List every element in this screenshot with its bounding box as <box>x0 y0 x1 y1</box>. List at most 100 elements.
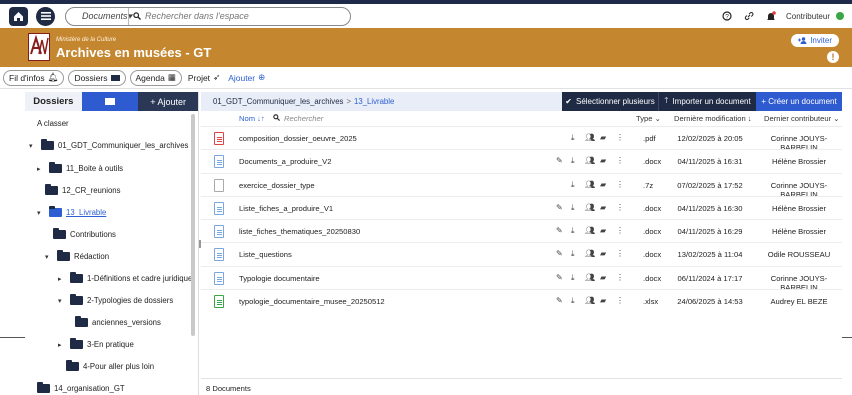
share-users-icon[interactable]: 👥︎ <box>585 156 595 165</box>
comment-icon[interactable]: ▰ <box>600 226 606 235</box>
tree-item-aller-plus-loin[interactable]: 4-Pour aller plus loin <box>66 360 154 371</box>
tree-item-a-classer[interactable]: A classer <box>37 119 69 128</box>
more-options-icon[interactable]: ⋮ <box>616 133 624 142</box>
search-scope-select[interactable]: Documents ▾ <box>66 7 132 25</box>
column-type[interactable]: Type ⌄ <box>636 114 661 123</box>
share-users-icon[interactable]: 👥︎ <box>585 249 595 258</box>
column-contributor[interactable]: Dernier contributeur ⌄ <box>764 114 840 123</box>
import-document-button[interactable]: 🡑 Importer un document <box>658 92 756 111</box>
user-role-label[interactable]: Contributeur <box>786 12 830 21</box>
more-options-icon[interactable]: ⋮ <box>616 180 624 189</box>
tree-item-definitions[interactable]: ▸ 1-Définitions et cadre juridique <box>58 272 192 283</box>
document-name[interactable]: Typologie documentaire <box>239 274 320 283</box>
home-button[interactable] <box>9 6 28 26</box>
breadcrumb-parent[interactable]: 01_GDT_Communiquer_les_archives <box>213 97 343 106</box>
chevron-down-icon[interactable]: ▾ <box>29 142 37 150</box>
table-row[interactable]: Liste_fiches_a_produire_V1 ✎ ⤓ 👥︎ ▰ ⋮ .docx 04/… <box>201 195 842 219</box>
tree-item-redaction[interactable]: ▾ Rédaction <box>45 250 109 261</box>
sidebar-add-button[interactable]: + Ajouter <box>138 92 198 111</box>
edit-icon[interactable]: ✎ <box>556 273 563 282</box>
comment-icon[interactable]: ▰ <box>600 249 606 258</box>
edit-icon[interactable]: ✎ <box>556 156 563 165</box>
column-name[interactable]: Nom ↓↑ <box>239 114 265 123</box>
tree-item-organisation-gt[interactable]: 14_organisation_GT <box>37 382 125 393</box>
edit-icon[interactable]: ✎ <box>556 203 563 212</box>
chevron-right-icon[interactable]: ▸ <box>37 165 45 173</box>
download-icon[interactable]: ⤓ <box>571 203 575 213</box>
create-document-button[interactable]: + Créer un document <box>756 92 842 111</box>
tree-item-typologies[interactable]: ▾ 2-Typologies de dossiers <box>58 294 173 305</box>
more-options-icon[interactable]: ⋮ <box>616 156 624 165</box>
download-icon[interactable]: ⤓ <box>571 249 575 259</box>
edit-icon[interactable]: ✎ <box>556 226 563 235</box>
column-modified[interactable]: Dernière modification ↓ <box>674 114 752 123</box>
table-row[interactable]: Liste_questions ✎ ⤓ 👥︎ ▰ ⋮ .docx 13/02/2025 à 1… <box>201 242 842 265</box>
comment-icon[interactable]: ▰ <box>600 180 606 189</box>
nav-fil-infos[interactable]: Fil d'infos 🔔︎ <box>3 69 65 86</box>
more-options-icon[interactable]: ⋮ <box>616 249 624 258</box>
table-row[interactable]: liste_fiches_thematiques_20250830 ✎ ⤓ 👥︎ ▰ ⋮.… <box>201 219 842 242</box>
tree-item-livrable[interactable]: ▾ 13_Livrable <box>37 206 106 217</box>
chevron-down-icon[interactable]: ▾ <box>45 253 53 261</box>
more-options-icon[interactable]: ⋮ <box>616 226 624 235</box>
share-users-icon[interactable]: 👥︎ <box>585 133 595 142</box>
download-icon[interactable]: ⤓ <box>571 273 575 283</box>
document-name[interactable]: Documents_a_produire_V2 <box>239 157 331 166</box>
tree-item-cr-reunions[interactable]: 12_CR_reunions <box>45 184 121 195</box>
chevron-right-icon[interactable]: ▸ <box>58 341 66 349</box>
chevron-down-icon[interactable]: ▾ <box>37 209 45 217</box>
nav-agenda[interactable]: Agenda ▦ <box>129 69 182 86</box>
share-users-icon[interactable]: 👥︎ <box>585 296 595 305</box>
download-icon[interactable]: ⤓ <box>571 133 575 143</box>
table-row[interactable]: Typologie documentaire ✎ ⤓ 👥︎ ▰ ⋮ .docx 06/11/2… <box>201 265 842 292</box>
chevron-down-icon[interactable]: ▾ <box>58 297 66 305</box>
sidebar-scrollbar[interactable] <box>191 114 195 336</box>
edit-icon[interactable]: ✎ <box>556 296 563 305</box>
edit-icon[interactable]: ✎ <box>556 249 563 258</box>
search-input[interactable] <box>145 11 325 21</box>
tree-item-contributions[interactable]: Contributions <box>53 228 116 239</box>
comment-icon[interactable]: ▰ <box>600 296 606 305</box>
chevron-right-icon[interactable]: ▸ <box>58 275 66 283</box>
nav-ajouter[interactable]: Ajouter ⊕ <box>226 70 267 86</box>
comment-icon[interactable]: ▰ <box>600 133 606 142</box>
link-icon[interactable] <box>738 11 760 21</box>
document-name[interactable]: Liste_fiches_a_produire_V1 <box>239 204 333 213</box>
nav-projet[interactable]: Projet ➶ <box>186 70 222 86</box>
table-row[interactable]: Documents_a_produire_V2 ✎ ⤓ 👥︎ ▰ ⋮ .docx 04/11/… <box>201 149 842 172</box>
document-name[interactable]: composition_dossier_oeuvre_2025 <box>239 134 357 143</box>
comment-icon[interactable]: ▰ <box>600 203 606 212</box>
help-icon[interactable]: ? <box>716 11 738 21</box>
document-name[interactable]: liste_fiches_thematiques_20250830 <box>239 227 360 236</box>
comment-icon[interactable]: ▰ <box>600 156 606 165</box>
download-icon[interactable]: ⤓ <box>571 296 575 306</box>
document-name[interactable]: typologie_documentaire_musee_20250512 <box>239 297 385 306</box>
invite-button[interactable]: Inviter <box>791 34 839 47</box>
download-icon[interactable]: ⤓ <box>571 156 575 166</box>
comment-icon[interactable]: ▰ <box>600 273 606 282</box>
download-icon[interactable]: ⤓ <box>571 180 575 190</box>
tree-item-01-gdt[interactable]: ▾ 01_GDT_Communiquer_les_archives <box>29 139 188 150</box>
table-row[interactable]: typologie_documentaire_musee_20250512 ✎ ⤓ 👥… <box>201 289 842 312</box>
document-name[interactable]: exercice_dossier_type <box>239 181 315 190</box>
share-users-icon[interactable]: 👥︎ <box>585 180 595 189</box>
nav-dossiers[interactable]: Dossiers <box>68 69 126 86</box>
info-button[interactable]: ! <box>827 51 839 63</box>
tree-item-anciennes-versions[interactable]: anciennes_versions <box>75 316 161 327</box>
share-users-icon[interactable]: 👥︎ <box>585 273 595 282</box>
more-options-icon[interactable]: ⋮ <box>616 203 624 212</box>
menu-button[interactable] <box>36 6 55 26</box>
select-multiple-button[interactable]: ✔ Sélectionner plusieurs <box>562 92 658 111</box>
tree-item-en-pratique[interactable]: ▸ 3-En pratique <box>58 338 134 349</box>
share-users-icon[interactable]: 👥︎ <box>585 226 595 235</box>
more-options-icon[interactable]: ⋮ <box>616 273 624 282</box>
name-filter[interactable]: Rechercher <box>273 114 323 123</box>
breadcrumb-current[interactable]: 13_Livrable <box>354 97 394 106</box>
more-options-icon[interactable]: ⋮ <box>616 296 624 305</box>
table-row[interactable]: exercice_dossier_type ⤓ 👥︎ ▰ ⋮ .7z 07/02/2025 … <box>201 172 842 199</box>
document-name[interactable]: Liste_questions <box>239 250 292 259</box>
download-icon[interactable]: ⤓ <box>571 226 575 236</box>
sidebar-folder-toggle[interactable] <box>81 92 139 111</box>
notification-bell-icon[interactable] <box>760 10 782 22</box>
share-users-icon[interactable]: 👥︎ <box>585 203 595 212</box>
